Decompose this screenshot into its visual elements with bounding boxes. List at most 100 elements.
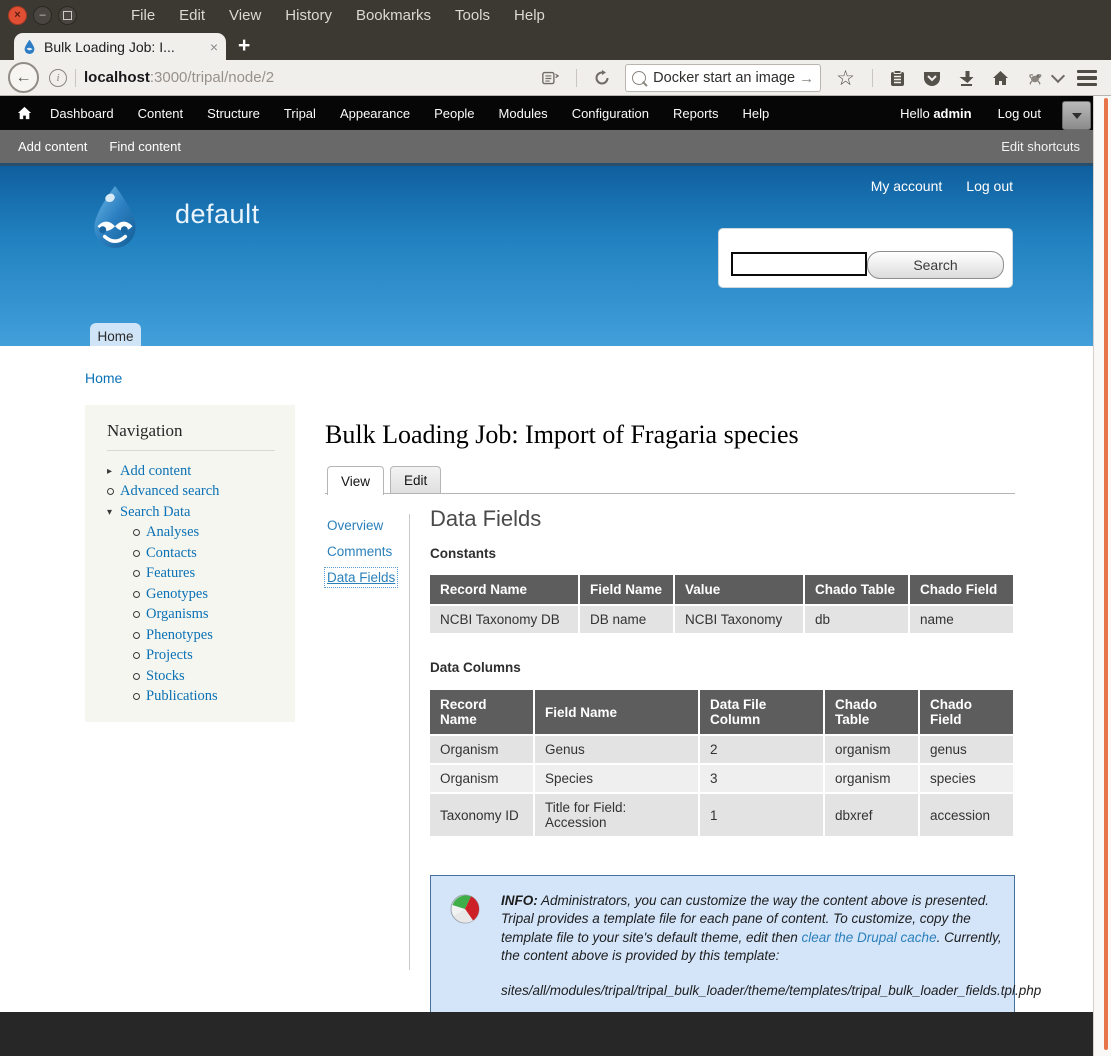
search-input[interactable] xyxy=(651,69,799,87)
pocket-icon[interactable] xyxy=(923,70,941,87)
site-info-icon[interactable]: i xyxy=(49,69,67,87)
sidebar-item-analyses[interactable]: Analyses xyxy=(146,524,199,541)
admin-item-reports[interactable]: Reports xyxy=(673,106,719,121)
back-button[interactable]: ← xyxy=(8,62,39,93)
home-icon[interactable] xyxy=(992,70,1009,86)
hamburger-menu-icon[interactable] xyxy=(1077,70,1097,87)
my-account-link[interactable]: My account xyxy=(871,178,943,194)
site-search-input[interactable] xyxy=(731,252,867,276)
site-name[interactable]: default xyxy=(175,199,260,230)
bullet-icon xyxy=(133,570,140,577)
menu-edit[interactable]: Edit xyxy=(179,7,205,24)
drupal-logo[interactable] xyxy=(84,185,146,256)
logout-link[interactable]: Log out xyxy=(966,178,1013,194)
bullet-icon xyxy=(133,550,140,557)
menu-history[interactable]: History xyxy=(285,7,332,24)
list-item: Phenotypes xyxy=(107,625,275,646)
node-tabs: View Edit xyxy=(327,466,441,495)
sidebar-item-stocks[interactable]: Stocks xyxy=(146,668,185,685)
menu-bookmarks[interactable]: Bookmarks xyxy=(356,7,431,24)
scrollbar-thumb[interactable] xyxy=(1104,98,1108,1050)
cell: DB name xyxy=(580,604,675,633)
scrollbar-track[interactable] xyxy=(1093,96,1111,1056)
cell: NCBI Taxonomy xyxy=(675,604,805,633)
site-search-button[interactable]: Search xyxy=(867,251,1004,279)
info-box: INFO: Administrators, you can customize … xyxy=(430,875,1015,1016)
collapsed-arrow-icon[interactable]: ▸ xyxy=(107,466,120,477)
list-item: Projects xyxy=(107,646,275,667)
sidebar-item-features[interactable]: Features xyxy=(146,565,195,582)
admin-item-structure[interactable]: Structure xyxy=(207,106,260,121)
window-minimize-button[interactable]: – xyxy=(33,6,52,25)
list-item: Publications xyxy=(107,687,275,708)
cell: dbxref xyxy=(825,792,920,836)
address-field[interactable]: localhost:3000/tripal/node/2 xyxy=(84,69,274,86)
browser-tab[interactable]: Bulk Loading Job: I... × xyxy=(14,33,226,60)
list-item: Analyses xyxy=(107,523,275,544)
bookmarks-menu-icon[interactable] xyxy=(890,70,905,87)
divider xyxy=(75,69,76,87)
toolbar-toggle-button[interactable] xyxy=(1062,101,1091,130)
admin-item-content[interactable]: Content xyxy=(138,106,184,121)
expanded-arrow-icon[interactable]: ▾ xyxy=(107,507,120,518)
column-header: Field Name xyxy=(535,690,700,734)
menu-view[interactable]: View xyxy=(229,7,261,24)
new-tab-button[interactable]: + xyxy=(238,33,250,58)
downloads-icon[interactable] xyxy=(959,70,974,86)
menu-file[interactable]: File xyxy=(131,7,155,24)
sidebar-item-advanced-search[interactable]: Advanced search xyxy=(120,483,219,500)
cell: accession xyxy=(920,792,1015,836)
shortcut-find-content[interactable]: Find content xyxy=(109,139,181,154)
admin-item-appearance[interactable]: Appearance xyxy=(340,106,410,121)
list-item: Organisms xyxy=(107,605,275,626)
cell: 3 xyxy=(700,763,825,792)
search-bar[interactable]: → xyxy=(625,64,821,92)
search-go-icon[interactable]: → xyxy=(799,70,814,87)
admin-item-tripal[interactable]: Tripal xyxy=(284,106,316,121)
bookmark-star-icon[interactable]: ☆ xyxy=(836,66,855,91)
screen: × – File Edit View History Bookmarks Too… xyxy=(0,0,1111,1056)
window-maximize-button[interactable] xyxy=(58,6,77,25)
search-icon xyxy=(632,71,646,85)
pane-link-overview[interactable]: Overview xyxy=(327,518,383,533)
tab-edit[interactable]: Edit xyxy=(390,466,441,494)
tab-close-icon[interactable]: × xyxy=(210,39,218,55)
clear-cache-link[interactable]: clear the Drupal cache xyxy=(802,930,937,945)
tab-view[interactable]: View xyxy=(327,466,384,495)
menu-help[interactable]: Help xyxy=(514,7,545,24)
bullet-icon xyxy=(133,591,140,598)
admin-item-dashboard[interactable]: Dashboard xyxy=(50,106,114,121)
sidebar-item-phenotypes[interactable]: Phenotypes xyxy=(146,627,213,644)
admin-logout-link[interactable]: Log out xyxy=(998,106,1041,121)
window-titlebar: × – File Edit View History Bookmarks Too… xyxy=(0,0,1111,30)
reader-mode-icon[interactable] xyxy=(542,71,559,86)
sidebar-item-contacts[interactable]: Contacts xyxy=(146,545,197,562)
reload-icon[interactable] xyxy=(594,70,610,86)
divider xyxy=(409,514,410,970)
table-row: Organism Genus 2 organism genus xyxy=(430,734,1015,763)
sidebar-item-organisms[interactable]: Organisms xyxy=(146,606,209,623)
sidebar-title: Navigation xyxy=(107,421,275,451)
chevron-down-icon[interactable] xyxy=(1051,69,1065,83)
sidebar-item-projects[interactable]: Projects xyxy=(146,647,193,664)
admin-item-help[interactable]: Help xyxy=(743,106,770,121)
sidebar-item-genotypes[interactable]: Genotypes xyxy=(146,586,208,603)
list-item: Advanced search xyxy=(107,482,275,503)
sidebar-item-add-content[interactable]: Add content xyxy=(120,463,191,480)
shortcut-add-content[interactable]: Add content xyxy=(18,139,87,154)
menu-tools[interactable]: Tools xyxy=(455,7,490,24)
data-columns-label: Data Columns xyxy=(430,660,1015,675)
pane-link-data-fields[interactable]: Data Fields xyxy=(327,570,395,585)
window-close-button[interactable]: × xyxy=(8,6,27,25)
admin-home-icon[interactable] xyxy=(17,106,32,120)
edit-shortcuts-link[interactable]: Edit shortcuts xyxy=(1001,130,1080,163)
sidebar-item-publications[interactable]: Publications xyxy=(146,688,218,705)
sidebar-item-search-data[interactable]: Search Data xyxy=(120,504,190,521)
admin-item-modules[interactable]: Modules xyxy=(499,106,548,121)
tab-strip: Bulk Loading Job: I... × + xyxy=(0,30,1111,60)
pane-link-comments[interactable]: Comments xyxy=(327,544,392,559)
admin-item-people[interactable]: People xyxy=(434,106,474,121)
breadcrumb[interactable]: Home xyxy=(85,370,122,386)
admin-item-configuration[interactable]: Configuration xyxy=(572,106,649,121)
extension-icon[interactable] xyxy=(1027,71,1044,85)
